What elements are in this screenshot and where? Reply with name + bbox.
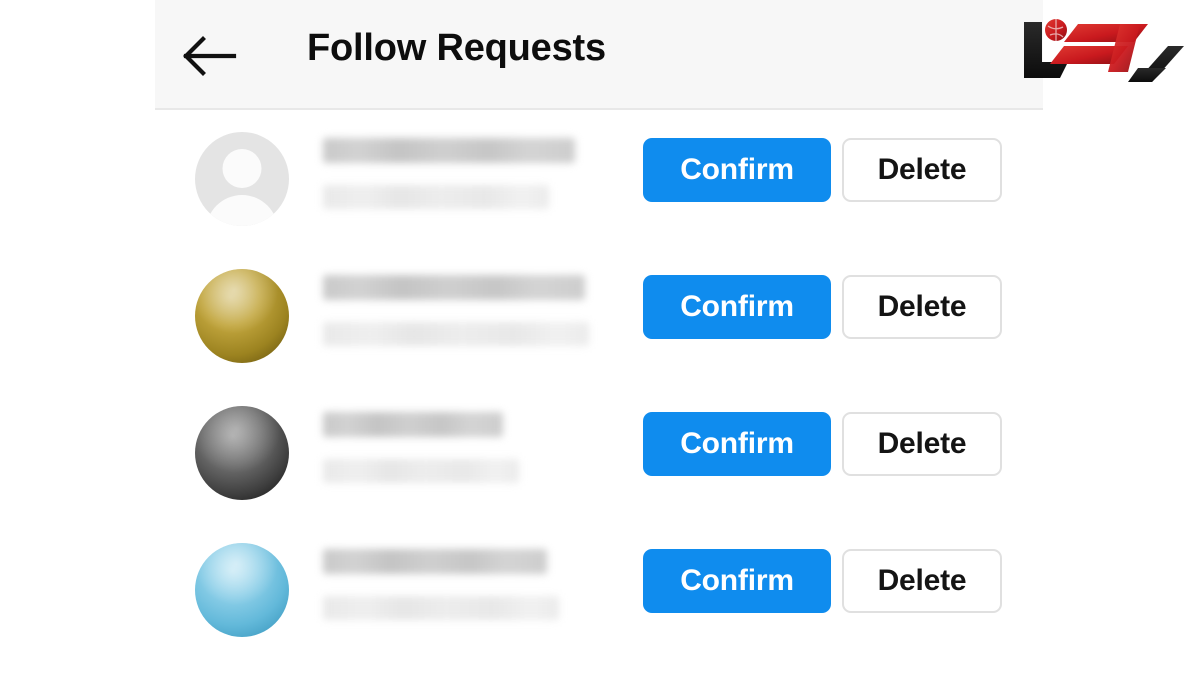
redacted-fullname-bar (323, 459, 519, 483)
app-header: Follow Requests (155, 0, 1043, 110)
user-name-block (323, 549, 559, 620)
row-actions: Confirm Delete (643, 549, 1002, 613)
delete-button[interactable]: Delete (842, 549, 1002, 613)
follow-request-row: Confirm Delete (155, 110, 1043, 247)
delete-button[interactable]: Delete (842, 138, 1002, 202)
avatar-sheen (195, 406, 289, 500)
follow-request-row: Confirm Delete (155, 247, 1043, 384)
redacted-username-bar (323, 138, 575, 163)
row-actions: Confirm Delete (643, 412, 1002, 476)
delete-button[interactable]: Delete (842, 275, 1002, 339)
person-icon-head (222, 149, 262, 188)
follow-requests-list: Confirm Delete Confirm Delete Confirm De… (155, 110, 1043, 658)
back-button[interactable] (180, 31, 242, 81)
confirm-button[interactable]: Confirm (643, 138, 831, 202)
confirm-button[interactable]: Confirm (643, 275, 831, 339)
confirm-button[interactable]: Confirm (643, 549, 831, 613)
delete-button[interactable]: Delete (842, 412, 1002, 476)
row-actions: Confirm Delete (643, 275, 1002, 339)
user-name-block (323, 275, 589, 346)
redacted-username-bar (323, 275, 585, 300)
redacted-username-bar (323, 549, 547, 574)
confirm-button[interactable]: Confirm (643, 412, 831, 476)
avatar-sheen (195, 269, 289, 363)
avatar-sheen (195, 543, 289, 637)
person-icon-body (206, 195, 278, 226)
follow-request-row: Confirm Delete (155, 384, 1043, 521)
user-name-block (323, 138, 575, 209)
page-title: Follow Requests (307, 27, 606, 69)
redacted-fullname-bar (323, 322, 589, 346)
avatar-image[interactable] (195, 406, 289, 500)
avatar-image[interactable] (195, 269, 289, 363)
avatar-image[interactable] (195, 543, 289, 637)
row-actions: Confirm Delete (643, 138, 1002, 202)
follow-request-row: Confirm Delete (155, 521, 1043, 658)
phone-screenshot-region: Follow Requests Confirm Delete Confirm D… (155, 0, 1043, 674)
arrow-left-icon (180, 31, 242, 81)
redacted-fullname-bar (323, 596, 559, 620)
avatar-placeholder[interactable] (195, 132, 289, 226)
user-name-block (323, 412, 519, 483)
redacted-username-bar (323, 412, 503, 437)
redacted-fullname-bar (323, 185, 549, 209)
